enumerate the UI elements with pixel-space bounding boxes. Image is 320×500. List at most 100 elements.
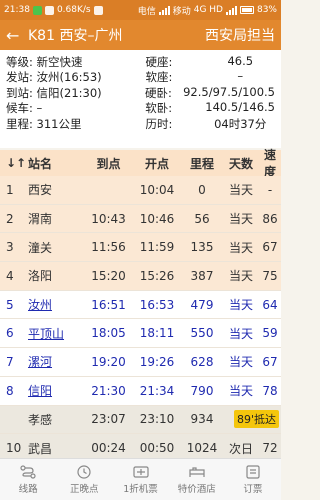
station-name: 渭南	[28, 212, 53, 227]
table-row[interactable]: 孝感 23:07 23:10 934 89'抵达	[0, 405, 281, 435]
depart-time: 11:59	[139, 240, 175, 255]
soft-seat-label: 软座:	[145, 70, 173, 85]
depart-time: 19:26	[139, 354, 175, 369]
row-number: 4	[6, 268, 14, 283]
route-icon	[20, 464, 36, 479]
nav-route[interactable]: 线路	[0, 459, 56, 500]
row-number: 3	[6, 240, 14, 255]
days: 当天	[228, 269, 253, 284]
clock-icon	[77, 464, 91, 479]
station-name[interactable]: 漯河	[28, 355, 52, 369]
mileage: 479	[190, 297, 214, 312]
days: 次日	[228, 441, 253, 456]
arrive-time: 19:20	[91, 354, 126, 369]
wechat-icon	[32, 5, 42, 15]
station-name[interactable]: 平顶山	[28, 327, 64, 341]
header-arrive: 到点	[96, 156, 121, 171]
timetable: 1 西安 10:04 0 当天 - 2 渭南 10:43 10:46 56 当天…	[0, 176, 281, 463]
nav-delay[interactable]: 正晚点	[56, 459, 112, 500]
network-type: 4G HD	[193, 5, 223, 15]
depart-time: 10:46	[139, 211, 175, 226]
duration-label: 历时:	[145, 116, 173, 131]
table-row[interactable]: 4 洛阳 15:20 15:26 387 当天 75	[0, 262, 281, 291]
station-name[interactable]: 信阳	[28, 384, 52, 398]
table-row[interactable]: 7 漯河 19:20 19:26 628 当天 67	[0, 348, 281, 377]
station-name[interactable]: 汝州	[28, 298, 52, 312]
signal-2-icon	[225, 5, 237, 15]
arrive-time: 21:30	[91, 383, 126, 398]
info-row: 候车: – 软卧: 140.5/146.5	[6, 100, 275, 117]
table-row[interactable]: 2 渭南 10:43 10:46 56 当天 86	[0, 204, 281, 234]
row-number: 1	[6, 182, 14, 197]
battery-icon	[239, 6, 254, 14]
network-speed: 0.68K/s	[56, 5, 91, 15]
hotel-icon	[189, 466, 205, 477]
speed: -	[267, 182, 273, 197]
arrive-time: 23:07	[91, 412, 126, 427]
table-row[interactable]: 5 汝州 16:51 16:53 479 当天 64	[0, 290, 281, 320]
app-header: ← K81 西安–广州 西安局担当	[0, 20, 281, 50]
nav-label: 正晚点	[70, 483, 99, 495]
row-number: 7	[6, 354, 14, 369]
hard-seat-label: 硬座:	[145, 54, 173, 69]
row-number: 8	[6, 383, 14, 398]
booking-icon	[246, 464, 260, 479]
days: 当天	[228, 183, 253, 198]
table-row[interactable]: 6 平顶山 18:05 18:11 550 当天 59	[0, 319, 281, 349]
arrive-time: 00:24	[91, 441, 126, 456]
info-arrival: 到站: 信阳(21:30)	[6, 85, 102, 100]
speed: 67	[262, 354, 278, 369]
battery-level: 83%	[256, 5, 277, 15]
table-row[interactable]: 3 潼关 11:56 11:59 135 当天 67	[0, 233, 281, 263]
sort-icon[interactable]: ↓↑	[0, 156, 28, 170]
duration-value: 04时37分	[214, 116, 267, 131]
depart-time: 23:10	[139, 412, 175, 427]
train-info-panel: 等级: 新空快速 硬座: 46.5 发站: 汝州(16:53) 软座: – 到站: …	[0, 50, 281, 148]
arrive-time: 15:20	[91, 268, 126, 283]
nav-hotel[interactable]: 特价酒店	[169, 459, 225, 500]
days: 当天	[228, 384, 253, 399]
header-mileage: 里程	[189, 156, 214, 171]
depart-time: 15:26	[139, 268, 175, 283]
nav-label: 1折机票	[123, 483, 158, 495]
arrive-time: 16:51	[91, 297, 126, 312]
speed: 59	[262, 326, 278, 341]
mileage: 628	[190, 354, 214, 369]
nav-label: 线路	[18, 483, 38, 495]
mileage: 135	[190, 240, 214, 255]
header-speed: 速度	[263, 148, 276, 179]
depart-time: 21:34	[139, 383, 175, 398]
hard-sleeper-label: 硬卧:	[145, 85, 172, 100]
delay-badge: 89'抵达	[233, 410, 279, 429]
speed: 67	[262, 240, 278, 255]
row-number: 5	[6, 297, 14, 312]
days: 当天	[228, 355, 253, 370]
back-arrow-icon[interactable]: ←	[6, 26, 24, 45]
table-row[interactable]: 1 西安 10:04 0 当天 -	[0, 176, 281, 205]
speed: 64	[262, 297, 278, 312]
soft-sleeper-label: 软卧:	[145, 101, 173, 116]
nav-booking[interactable]: 订票	[225, 459, 281, 500]
mileage: 387	[190, 268, 214, 283]
arrive-time: 10:43	[91, 211, 126, 226]
mileage: 550	[190, 326, 214, 341]
mileage: 1024	[186, 441, 218, 456]
days: 当天	[228, 240, 253, 255]
speed: 78	[262, 383, 278, 398]
table-row[interactable]: 8 信阳 21:30 21:34 790 当天 78	[0, 376, 281, 406]
station-name: 孝感	[28, 412, 53, 427]
soft-seat-price: –	[237, 69, 244, 84]
mileage: 790	[190, 383, 214, 398]
page-title: K81 西安–广州	[28, 28, 123, 44]
arrive-time: 11:56	[91, 240, 126, 255]
row-number: 2	[6, 211, 14, 226]
days: 当天	[228, 298, 253, 313]
info-waiting: 候车: –	[6, 101, 43, 116]
nav-flights[interactable]: 1折机票	[112, 459, 168, 500]
carrier-1: 电信	[137, 6, 156, 17]
header-depart: 开点	[144, 156, 169, 171]
mileage: 934	[190, 412, 214, 427]
nav-label: 订票	[243, 483, 263, 495]
depart-time: 00:50	[139, 441, 175, 456]
depart-time: 16:53	[139, 297, 175, 312]
